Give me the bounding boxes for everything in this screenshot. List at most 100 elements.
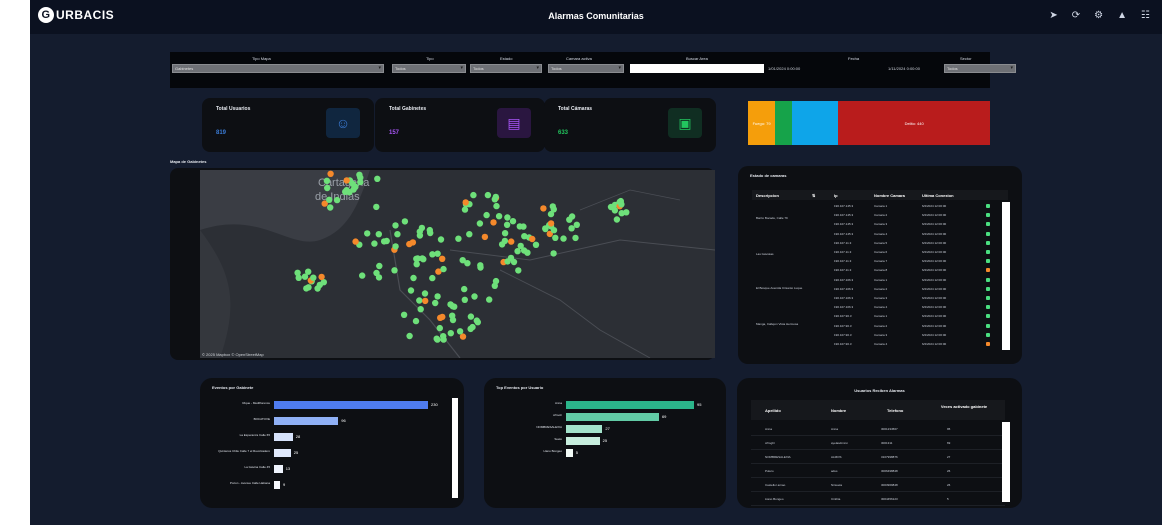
table-row[interactable]: crhsghr ayelasdnnnn 3001311 69	[751, 436, 1005, 450]
map-marker[interactable]	[524, 249, 531, 256]
map-marker[interactable]	[314, 285, 321, 292]
table-row[interactable]: 190.107.11.3 Camara 7 6/2/2024 12:00:00	[752, 257, 1008, 265]
bar[interactable]	[274, 465, 283, 473]
map-marker[interactable]	[501, 230, 509, 237]
table-row[interactable]: 190.107.11.3 Camara 5 6/2/2024 12:00:00	[752, 239, 1008, 247]
col-descripcion[interactable]: Descripcion	[756, 193, 779, 198]
map-marker[interactable]	[440, 336, 447, 343]
bell-icon[interactable]: ▲	[1117, 10, 1127, 21]
map-marker[interactable]	[467, 325, 474, 333]
map-marker[interactable]	[409, 239, 417, 246]
map-marker[interactable]	[552, 234, 559, 241]
map-marker[interactable]	[305, 268, 312, 275]
map-marker[interactable]	[416, 297, 423, 304]
map-marker[interactable]	[572, 234, 579, 242]
bar-row[interactable]: La Gavina Calle 45 13	[200, 464, 450, 474]
bar[interactable]	[274, 433, 293, 441]
map-marker[interactable]	[573, 221, 580, 228]
table-row[interactable]: Anna Anna 3001234567 95	[751, 422, 1005, 436]
table-row[interactable]: 190.107.90.3 Camara 3 6/2/2024 12:00:00	[752, 331, 1008, 339]
map-marker[interactable]	[503, 221, 511, 228]
map-marker[interactable]	[447, 330, 454, 337]
map-marker[interactable]	[371, 240, 378, 247]
fecha-end[interactable]: 1/11/2024 0:00:00	[888, 66, 920, 71]
map-marker[interactable]	[491, 196, 498, 203]
col-ip[interactable]: Ip	[834, 193, 838, 198]
map-marker[interactable]	[471, 293, 478, 300]
bar[interactable]	[566, 425, 603, 433]
map-marker[interactable]	[618, 210, 625, 217]
map-marker[interactable]	[437, 236, 445, 243]
map-marker[interactable]	[412, 317, 420, 325]
map-marker[interactable]	[461, 206, 469, 213]
map-marker[interactable]	[406, 332, 413, 340]
map-marker[interactable]	[434, 293, 441, 300]
map-view[interactable]: Cartagena de Indias © 2025 Mapbox © Open…	[200, 170, 716, 359]
map-marker[interactable]	[350, 186, 357, 193]
bar[interactable]	[566, 437, 600, 445]
map-marker[interactable]	[550, 250, 557, 257]
col-nombre-camara[interactable]: Nombre Camara	[874, 193, 905, 198]
logo[interactable]: G URBACIS	[38, 7, 114, 23]
status-segment[interactable]: Delito: 440	[838, 101, 990, 145]
map-marker[interactable]	[439, 255, 446, 262]
map-marker[interactable]	[333, 196, 341, 204]
sector-select[interactable]: Todos ▾	[944, 64, 1016, 73]
table-row[interactable]: 190.107.11.3 Camara 6 6/2/2024 12:00:00	[752, 248, 1008, 256]
map-marker[interactable]	[432, 299, 439, 307]
tipo-select[interactable]: Todos ▾	[392, 64, 466, 73]
map-marker[interactable]	[394, 231, 401, 238]
map-marker[interactable]	[401, 218, 409, 225]
map-marker[interactable]	[326, 196, 333, 203]
map-marker[interactable]	[310, 274, 317, 281]
map-marker[interactable]	[466, 231, 473, 238]
map-marker[interactable]	[462, 199, 469, 206]
map-marker[interactable]	[486, 296, 493, 303]
map-marker[interactable]	[504, 214, 511, 221]
map-marker[interactable]	[504, 258, 511, 265]
eventos-gabinete-scrollbar[interactable]	[452, 398, 458, 498]
table-row[interactable]: 190.107.90.3 Camara 4 6/2/2024 12:00:00	[752, 340, 1008, 348]
map-marker[interactable]	[473, 317, 480, 324]
camera-table-scrollbar[interactable]	[1002, 202, 1010, 350]
table-row[interactable]: Llano Bongeo Cinthia 3004456123 5	[751, 492, 1005, 506]
map-marker[interactable]	[352, 238, 359, 245]
map-marker[interactable]	[305, 284, 312, 291]
refresh-icon[interactable]: ⟳	[1072, 10, 1080, 21]
map-marker[interactable]	[436, 324, 443, 332]
map-marker[interactable]	[484, 191, 492, 199]
table-row[interactable]: 190.107.145.3 Camara 1 6/2/2024 12:00:00	[752, 202, 1008, 210]
settings-icon[interactable]: ⚙	[1094, 10, 1103, 21]
table-row[interactable]: Castellor arnao Nirsuela 3003969848 26	[751, 478, 1005, 492]
sort-icon[interactable]: ⇅	[812, 193, 815, 198]
col-ultima-conexion[interactable]: Ultima Conexion	[922, 193, 954, 198]
map-marker[interactable]	[568, 225, 575, 232]
bar-row[interactable]: Rique - Mediflorence 230	[200, 400, 450, 410]
map-marker[interactable]	[613, 216, 621, 223]
map-marker[interactable]	[327, 204, 334, 211]
map-marker[interactable]	[542, 225, 549, 232]
map-marker[interactable]	[515, 267, 522, 274]
map-marker[interactable]	[498, 241, 506, 248]
map-marker[interactable]	[568, 213, 576, 220]
users-icon[interactable]: ☷	[1141, 10, 1150, 21]
map-marker[interactable]	[461, 285, 468, 293]
map-marker[interactable]	[392, 243, 399, 250]
map-marker[interactable]	[461, 296, 468, 303]
bar[interactable]	[274, 401, 428, 409]
table-row[interactable]: NOMBRESALEXIA ALMOS 3107998876 27	[751, 450, 1005, 464]
bar[interactable]	[566, 413, 659, 421]
map-marker[interactable]	[343, 177, 350, 184]
bar[interactable]	[566, 449, 573, 457]
send-icon[interactable]: ➤	[1049, 10, 1057, 21]
map-marker[interactable]	[616, 198, 623, 206]
col-veces-activado[interactable]: Veces activado gabinete	[931, 404, 997, 409]
map-marker[interactable]	[490, 219, 497, 226]
estado-select[interactable]: Todos ▾	[470, 64, 542, 73]
bar-row[interactable]: Quinteros Chile Calle 7 el Revolcadero 25	[200, 448, 450, 458]
map-marker[interactable]	[407, 287, 415, 294]
map-marker[interactable]	[342, 188, 349, 195]
bar[interactable]	[274, 417, 339, 425]
table-row[interactable]: Pulero adus 3006498848 26	[751, 464, 1005, 478]
map-marker[interactable]	[426, 226, 433, 234]
